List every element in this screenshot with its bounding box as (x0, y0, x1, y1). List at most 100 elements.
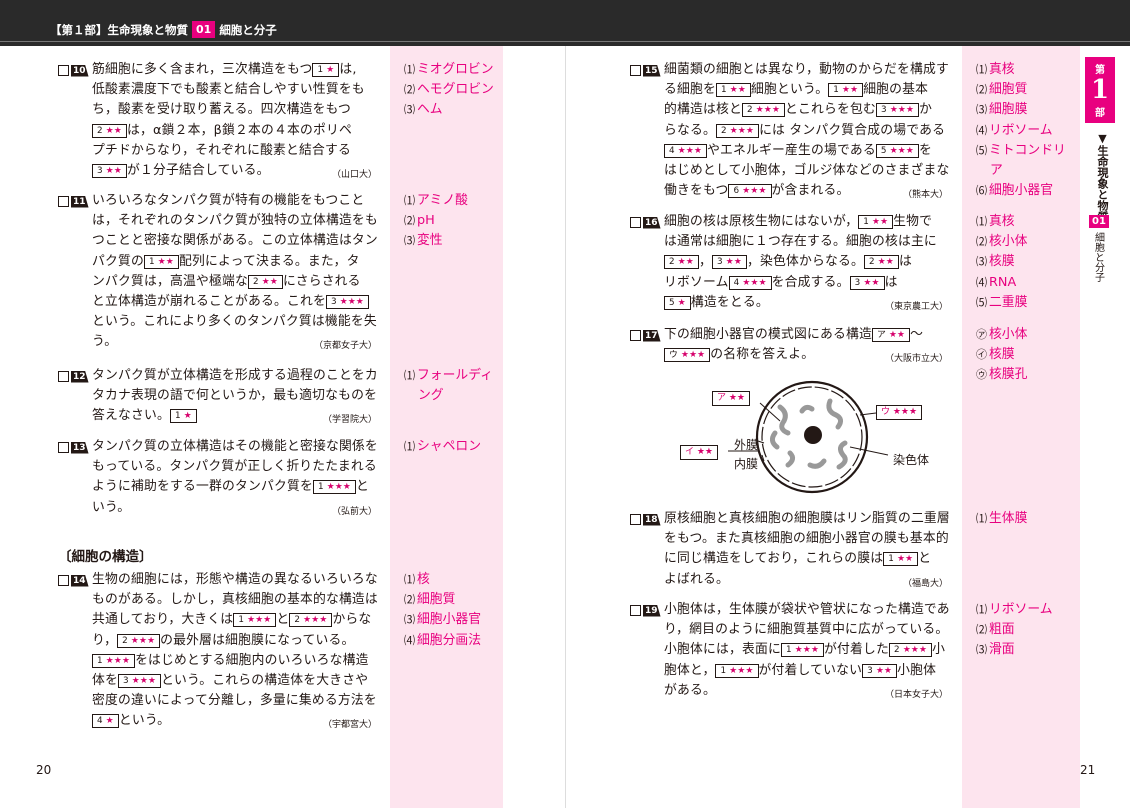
q10-source: （山口大） (331, 170, 377, 180)
q18-source: （福島大） (902, 578, 948, 589)
q17-checkbox[interactable] (630, 330, 641, 341)
q16-blank: 3 ★★ (711, 255, 747, 270)
q15-answer: ⑹ 細胞小器官 (976, 183, 1053, 199)
q11-line: という。これにより多くのタンパク質は機能を失 (92, 312, 378, 332)
q15-text: 細菌類の細胞とは異なり，動物のからだを構成す る細胞を 1 ★★ 細胞という。 1 ★★ 細胞… (664, 60, 950, 201)
q10-text-run: プチドからなり，それぞれに酸素と結合する (92, 142, 352, 158)
q13-number-tag: 13 (71, 441, 89, 454)
q10-number: 10 (58, 64, 89, 77)
q16-checkbox[interactable] (630, 217, 641, 228)
q19-blank: 3 ★★ (862, 663, 898, 678)
q13-checkbox[interactable] (58, 442, 69, 453)
q19-text-run: り，網目のように細胞質基質中に広がっている。 (664, 622, 949, 638)
q14-text-run: からな (332, 612, 372, 628)
q11-line: つことと密接な関係がある。この立体構造はタン (92, 231, 378, 251)
q16-text-run: を合成する。 (771, 274, 850, 290)
q14-checkbox[interactable] (58, 575, 69, 586)
q15-line: はじめとして小胞体，ゴルジ体などのさまざまな (664, 161, 950, 181)
q15-number: 15 (630, 64, 661, 77)
q17-answer: ㋒核膜孔 (976, 367, 1028, 383)
q16-line: 細胞の核は原核生物にはないが， 1 ★★ 生物で (664, 212, 937, 232)
q16-text-run: は通常は細胞に１つ存在する。細胞の核は主に (664, 234, 937, 250)
q17-text-run: の名称を答えよ。 (710, 347, 815, 363)
header-bar-right (565, 0, 1130, 46)
q17-line: 下の細胞小器官の模式図にある構造ア ★★ ～ (664, 325, 923, 345)
q18-text-run: と (918, 551, 932, 567)
q10-checkbox[interactable] (58, 65, 69, 76)
q10-blank: 1 ★ (312, 63, 340, 77)
side-chapter-number: 01 (1089, 215, 1109, 228)
q19-answer: ⑴ リボソーム (976, 602, 1053, 617)
q14-answer: ⑶ 細胞小器官 (404, 612, 481, 628)
q14-text-run: 生物の細胞には，形態や構造の異なるいろいろな (92, 572, 378, 587)
q14-blank: 4 ★ (92, 714, 119, 729)
q10-text-run: 低酸素濃度下でも酸素と結合しやすい性質をも (92, 82, 365, 98)
q12-text-run: タカナ表現の語で何というか，最も適切なものを (92, 388, 378, 404)
q10-line: 2 ★★ は，α鎖２本，β鎖２本の４本のポリペ (92, 121, 365, 141)
q15-answer: ア (990, 163, 1003, 178)
q18-line: に同じ構造をしており，これらの膜は 1 ★★ と (664, 549, 950, 569)
q16-blank: 3 ★★ (849, 275, 885, 290)
q15-text-run: 的構造は核と (664, 102, 742, 118)
q18-text-run: 原核細胞と真核細胞の細胞膜はリン脂質の二重層 (664, 511, 950, 526)
q19-text-run: 小胞体は，生体膜が袋状や管状になった構造であ (664, 602, 950, 617)
q16-number-tag: 16 (643, 216, 661, 229)
q12-checkbox[interactable] (58, 371, 69, 382)
q15-blank: 6 ★★★ (728, 184, 772, 199)
q12-number: 12 (58, 370, 89, 383)
q11-text-run: という。これにより多くのタンパク質は機能を失 (92, 314, 377, 330)
side-chapter-title: 細胞と分子 (1092, 232, 1104, 282)
q14-text-run: の最外層は細胞膜になっている。 (160, 632, 355, 648)
q18-line: をもつ。また真核細胞の細胞小器官の膜も基本的 (664, 529, 950, 549)
q16-blank: 4 ★★★ (728, 275, 772, 290)
q16-text-run: ， (698, 254, 712, 270)
q10-line: ち，酸素を受け取り蓄える。四次構造をもつ (92, 100, 365, 120)
q19-text-run: がある。 (664, 682, 716, 698)
q15-blank: 2 ★★★ (716, 123, 760, 138)
q16-blank: 2 ★★ (863, 255, 899, 270)
q16-blank: 5 ★ (664, 295, 691, 310)
q14-line: 生物の細胞には，形態や構造の異なるいろいろな (92, 570, 378, 590)
q19-blank: 1 ★★★ (715, 663, 759, 678)
q10-line: 3 ★★ が１分子結合している。 (92, 161, 365, 181)
part-tab: 第 1 部 (1085, 57, 1115, 123)
q15-answer: ⑶ 細胞膜 (976, 102, 1028, 118)
q18-text-run: をもつ。また真核細胞の細胞小器官の膜も基本的 (664, 531, 949, 547)
q15-text-run: らなる。 (664, 122, 716, 138)
q17-text-run: ～ (910, 327, 924, 342)
q12-source: （学習院大） (322, 415, 377, 426)
diagram-box-u: ウ ★★★ (876, 405, 923, 420)
q15-text-run: やエネルギー産生の場である (707, 142, 876, 158)
q16-line: 2 ★★， 3 ★★ ，染色体からなる。 2 ★★ は (664, 252, 937, 272)
q19-checkbox[interactable] (630, 605, 641, 616)
q16-answer: ⑴ 真核 (976, 214, 1015, 229)
q11-answer: ⑵ pH (404, 213, 435, 229)
q11-checkbox[interactable] (58, 196, 69, 207)
q18-text-run: よばれる。 (664, 571, 729, 587)
q15-blank: 2 ★★★ (741, 103, 786, 118)
q17-text-run: 下の細胞小器官の模式図にある構造 (664, 327, 872, 342)
diagram-label-outer: 外膜 (734, 438, 759, 452)
q14-answer: ⑴核 (404, 572, 430, 587)
q18-number-tag: 18 (643, 513, 661, 526)
q14-text-run: と (276, 612, 290, 628)
q11-line: は，それぞれのタンパク質が独特の立体構造をも (92, 211, 378, 231)
q16-text-run: は (884, 274, 898, 290)
section-heading: 〔細胞の構造〕 (58, 549, 153, 565)
q18-checkbox[interactable] (630, 514, 641, 525)
side-part-title: ▼生命現象と物質 (1096, 132, 1109, 222)
q15-text-run: 働きをもつ (664, 183, 729, 199)
q15-checkbox[interactable] (630, 65, 641, 76)
q12-line: タカナ表現の語で何というか，最も適切なものを (92, 386, 378, 406)
q16-source: （東京農工大） (884, 301, 948, 312)
q10-answer: ⑶ ヘム (404, 102, 443, 118)
q12-answer: ⑴ フォールディ (404, 368, 493, 383)
q14-blank: 2 ★★★ (289, 613, 333, 628)
q16-answer: ⑷ RNA (976, 274, 1017, 290)
q10-text-run: は，α鎖２本，β鎖２本の４本のポリペ (126, 122, 352, 138)
q14-number: 14 (58, 574, 89, 587)
q19-text-run: 胞体と， (664, 662, 716, 678)
q18-line: 原核細胞と真核細胞の細胞膜はリン脂質の二重層 (664, 509, 950, 529)
q16-text-run: 構造をとる。 (690, 294, 769, 310)
q18-answer: ⑴ 生体膜 (976, 511, 1028, 526)
